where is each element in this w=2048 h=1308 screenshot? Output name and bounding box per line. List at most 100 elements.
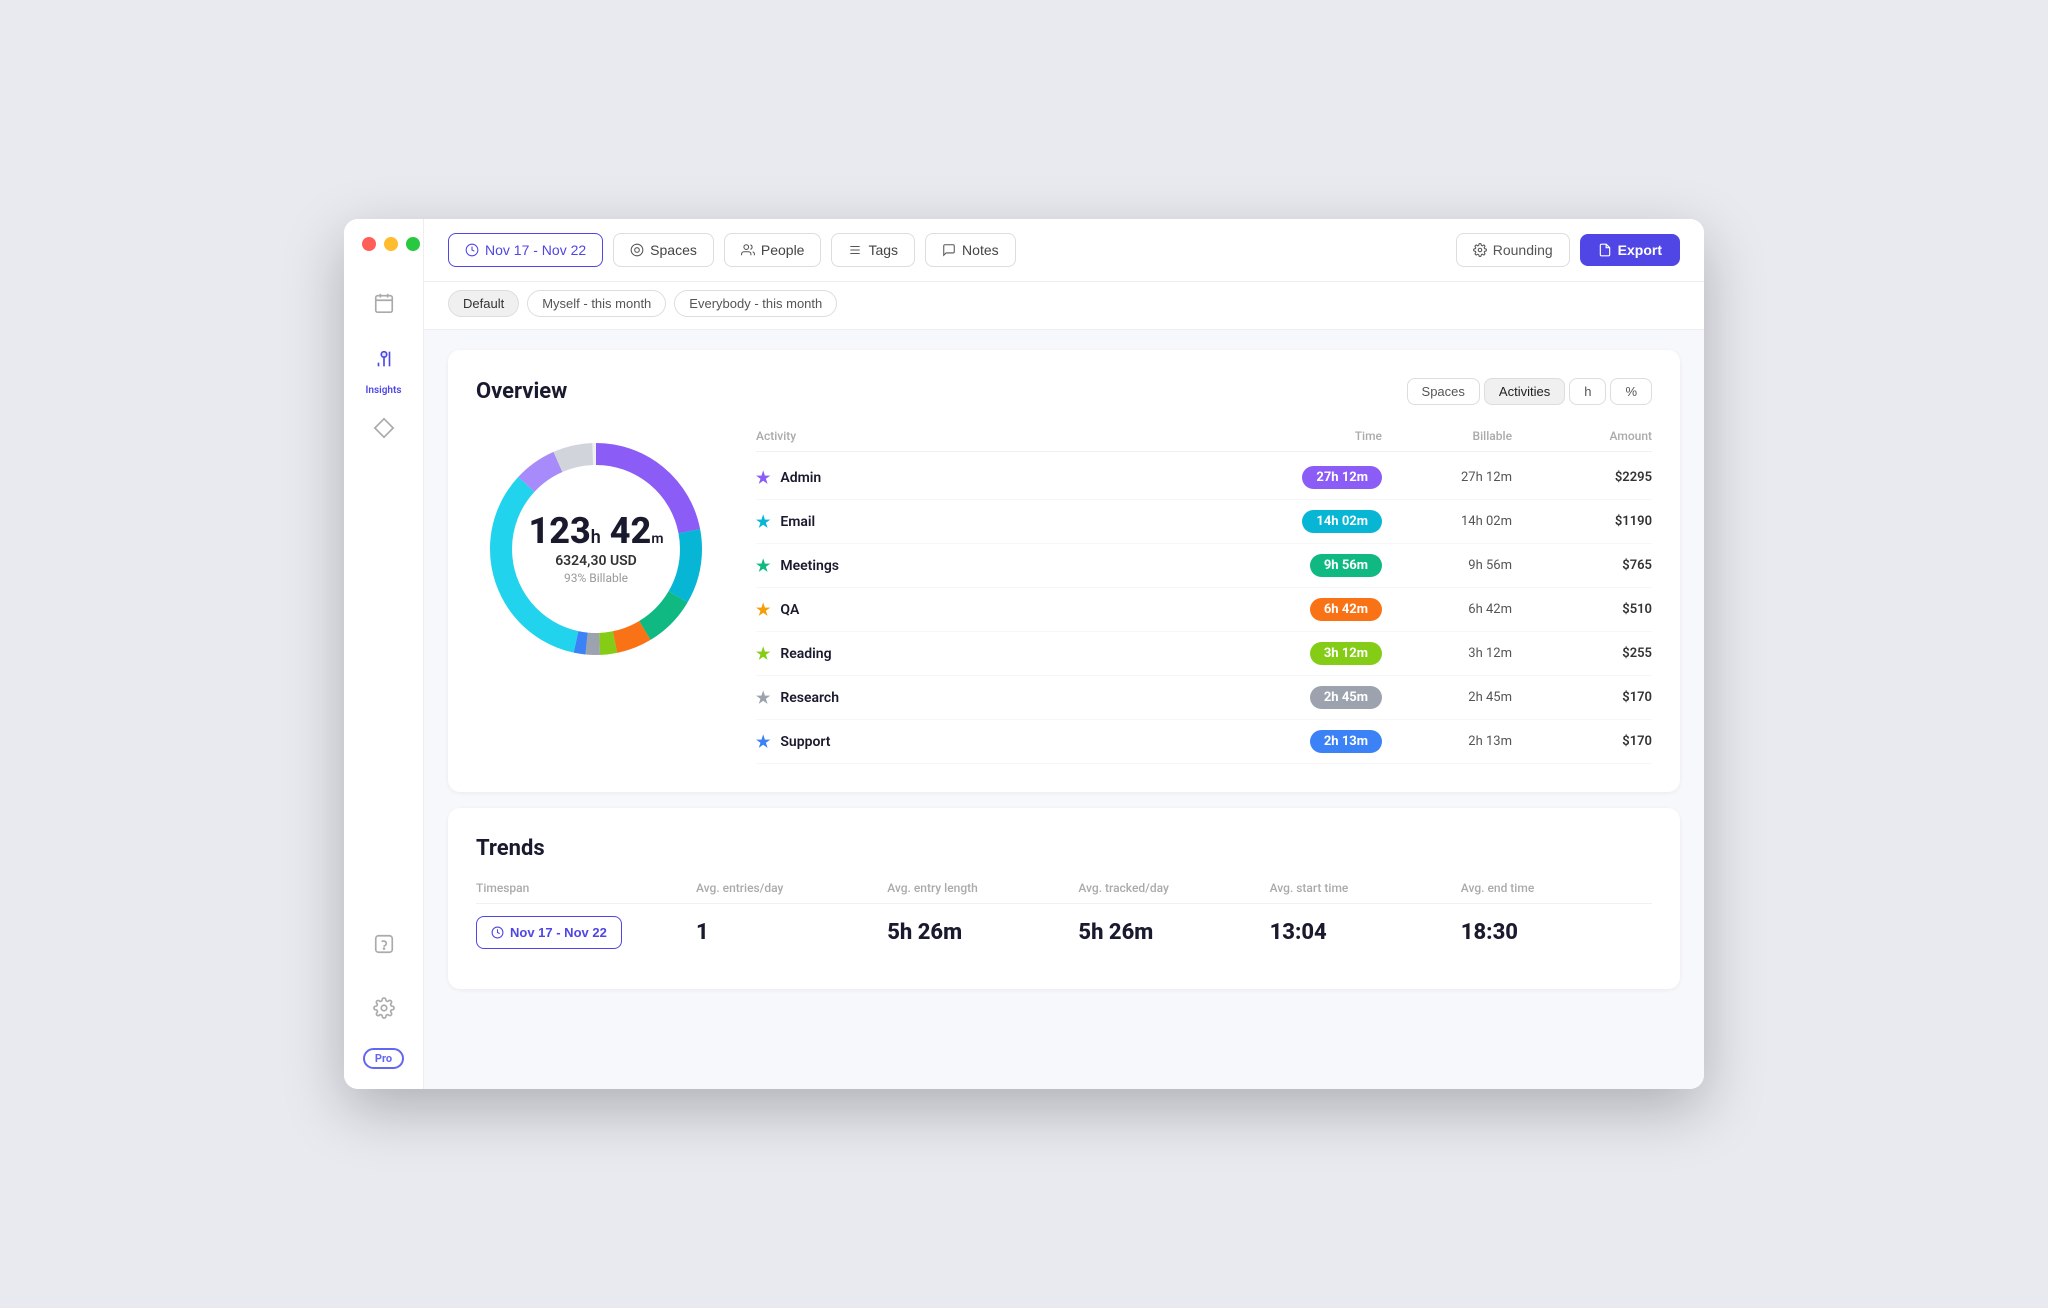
gear-icon [1473, 243, 1487, 257]
close-button[interactable] [362, 237, 376, 251]
overview-body: 123h 42m 6324,30 USD 93% Billable Activi… [476, 429, 1652, 764]
trends-date-range-button[interactable]: Nov 17 - Nov 22 [476, 916, 622, 949]
time-badge: 9h 56m [1310, 554, 1382, 577]
table-row: ★ Support 2h 13m 2h 13m $170 [756, 720, 1652, 764]
activity-billable-cell: 27h 12m [1382, 470, 1532, 485]
table-row: ★ Admin 27h 12m 27h 12m $2295 [756, 456, 1652, 500]
trends-col-timespan: Timespan [476, 881, 696, 895]
spaces-label: Spaces [650, 242, 697, 258]
activity-name-cell: ★ Admin [756, 468, 1232, 487]
table-header: Activity Time Billable Amount [756, 429, 1652, 452]
activity-billable-cell: 3h 12m [1382, 646, 1532, 661]
activity-name-cell: ★ Reading [756, 644, 1232, 663]
trends-date-range-label: Nov 17 - Nov 22 [510, 925, 607, 940]
activity-billable-cell: 2h 13m [1382, 734, 1532, 749]
tags-icon [848, 243, 862, 257]
export-icon [1598, 243, 1612, 257]
activity-billable-cell: 14h 02m [1382, 514, 1532, 529]
spaces-button[interactable]: Spaces [613, 233, 714, 267]
notes-label: Notes [962, 242, 999, 258]
trends-table-header: Timespan Avg. entries/day Avg. entry len… [476, 881, 1652, 904]
clock-small-icon [491, 926, 504, 939]
sidebar-item-calendar[interactable] [360, 279, 408, 327]
window-controls [362, 237, 420, 251]
star-icon: ★ [756, 556, 770, 575]
table-row: ★ QA 6h 42m 6h 42m $510 [756, 588, 1652, 632]
minimize-button[interactable] [384, 237, 398, 251]
view-toggle: Spaces Activities h % [1407, 378, 1652, 405]
activity-time-cell: 6h 42m [1232, 598, 1382, 621]
activity-rows: ★ Admin 27h 12m 27h 12m $2295 ★ Email 14… [756, 456, 1652, 764]
tags-label: Tags [868, 242, 898, 258]
activity-name-cell: ★ QA [756, 600, 1232, 619]
tags-button[interactable]: Tags [831, 233, 915, 267]
table-row: ★ Meetings 9h 56m 9h 56m $765 [756, 544, 1652, 588]
main-content: Nov 17 - Nov 22 Spaces People [424, 219, 1704, 1089]
activity-name-cell: ★ Support [756, 732, 1232, 751]
donut-usd: 6324,30 USD [529, 553, 664, 569]
donut-billable: 93% Billable [529, 571, 664, 585]
sidebar-bottom: Pro [360, 920, 408, 1089]
activity-amount-cell: $765 [1532, 558, 1652, 573]
sidebar-item-help[interactable] [360, 920, 408, 968]
donut-chart: 123h 42m 6324,30 USD 93% Billable [476, 429, 716, 669]
date-range-button[interactable]: Nov 17 - Nov 22 [448, 233, 603, 267]
table-row: ★ Reading 3h 12m 3h 12m $255 [756, 632, 1652, 676]
notes-icon [942, 243, 956, 257]
trends-avg-entries: 1 [696, 920, 887, 945]
notes-button[interactable]: Notes [925, 233, 1016, 267]
view-activities-btn[interactable]: Activities [1484, 378, 1565, 405]
clock-icon [465, 243, 479, 257]
activity-amount-cell: $170 [1532, 734, 1652, 749]
activity-amount-cell: $170 [1532, 690, 1652, 705]
activity-name-cell: ★ Research [756, 688, 1232, 707]
star-icon: ★ [756, 468, 770, 487]
activity-amount-cell: $1190 [1532, 514, 1652, 529]
activity-amount-cell: $255 [1532, 646, 1652, 661]
overview-header: Overview Spaces Activities h % [476, 378, 1652, 405]
time-badge: 2h 13m [1310, 730, 1382, 753]
activity-amount-cell: $2295 [1532, 470, 1652, 485]
pro-badge[interactable]: Pro [363, 1048, 404, 1069]
col-activity-header: Activity [756, 429, 1232, 443]
trends-col-entry-length: Avg. entry length [887, 881, 1078, 895]
star-icon: ★ [756, 644, 770, 663]
maximize-button[interactable] [406, 237, 420, 251]
trends-data-row: Nov 17 - Nov 22 1 5h 26m 5h 26m 13:04 18… [476, 904, 1652, 961]
view-h-btn[interactable]: h [1569, 378, 1606, 405]
activity-name-cell: ★ Email [756, 512, 1232, 531]
spaces-icon [630, 243, 644, 257]
trends-avg-tracked: 5h 26m [1078, 920, 1269, 945]
trends-col-start: Avg. start time [1270, 881, 1461, 895]
export-button[interactable]: Export [1580, 234, 1680, 266]
activity-time-cell: 14h 02m [1232, 510, 1382, 533]
sidebar-item-settings[interactable] [360, 984, 408, 1032]
overview-title: Overview [476, 379, 567, 404]
sidebar-item-diamond[interactable] [360, 404, 408, 452]
filter-everybody[interactable]: Everybody - this month [674, 290, 837, 317]
view-spaces-btn[interactable]: Spaces [1407, 378, 1480, 405]
sidebar-item-insights[interactable]: Insights [360, 335, 408, 396]
trends-col-end: Avg. end time [1461, 881, 1652, 895]
time-badge: 2h 45m [1310, 686, 1382, 709]
filter-default[interactable]: Default [448, 290, 519, 317]
trends-col-tracked: Avg. tracked/day [1078, 881, 1269, 895]
filter-myself[interactable]: Myself - this month [527, 290, 666, 317]
table-row: ★ Email 14h 02m 14h 02m $1190 [756, 500, 1652, 544]
people-button[interactable]: People [724, 233, 822, 267]
activity-amount-cell: $510 [1532, 602, 1652, 617]
view-percent-btn[interactable]: % [1610, 378, 1652, 405]
filter-row: Default Myself - this month Everybody - … [424, 282, 1704, 330]
activity-table: Activity Time Billable Amount ★ Admin 27… [756, 429, 1652, 764]
activity-time-cell: 9h 56m [1232, 554, 1382, 577]
star-icon: ★ [756, 688, 770, 707]
time-badge: 27h 12m [1302, 466, 1382, 489]
activity-name-cell: ★ Meetings [756, 556, 1232, 575]
star-icon: ★ [756, 732, 770, 751]
rounding-button[interactable]: Rounding [1456, 233, 1570, 267]
donut-center-info: 123h 42m 6324,30 USD 93% Billable [529, 513, 664, 585]
activity-time-cell: 27h 12m [1232, 466, 1382, 489]
rounding-label: Rounding [1493, 242, 1553, 258]
trends-title: Trends [476, 836, 1652, 861]
date-range-label: Nov 17 - Nov 22 [485, 242, 586, 258]
